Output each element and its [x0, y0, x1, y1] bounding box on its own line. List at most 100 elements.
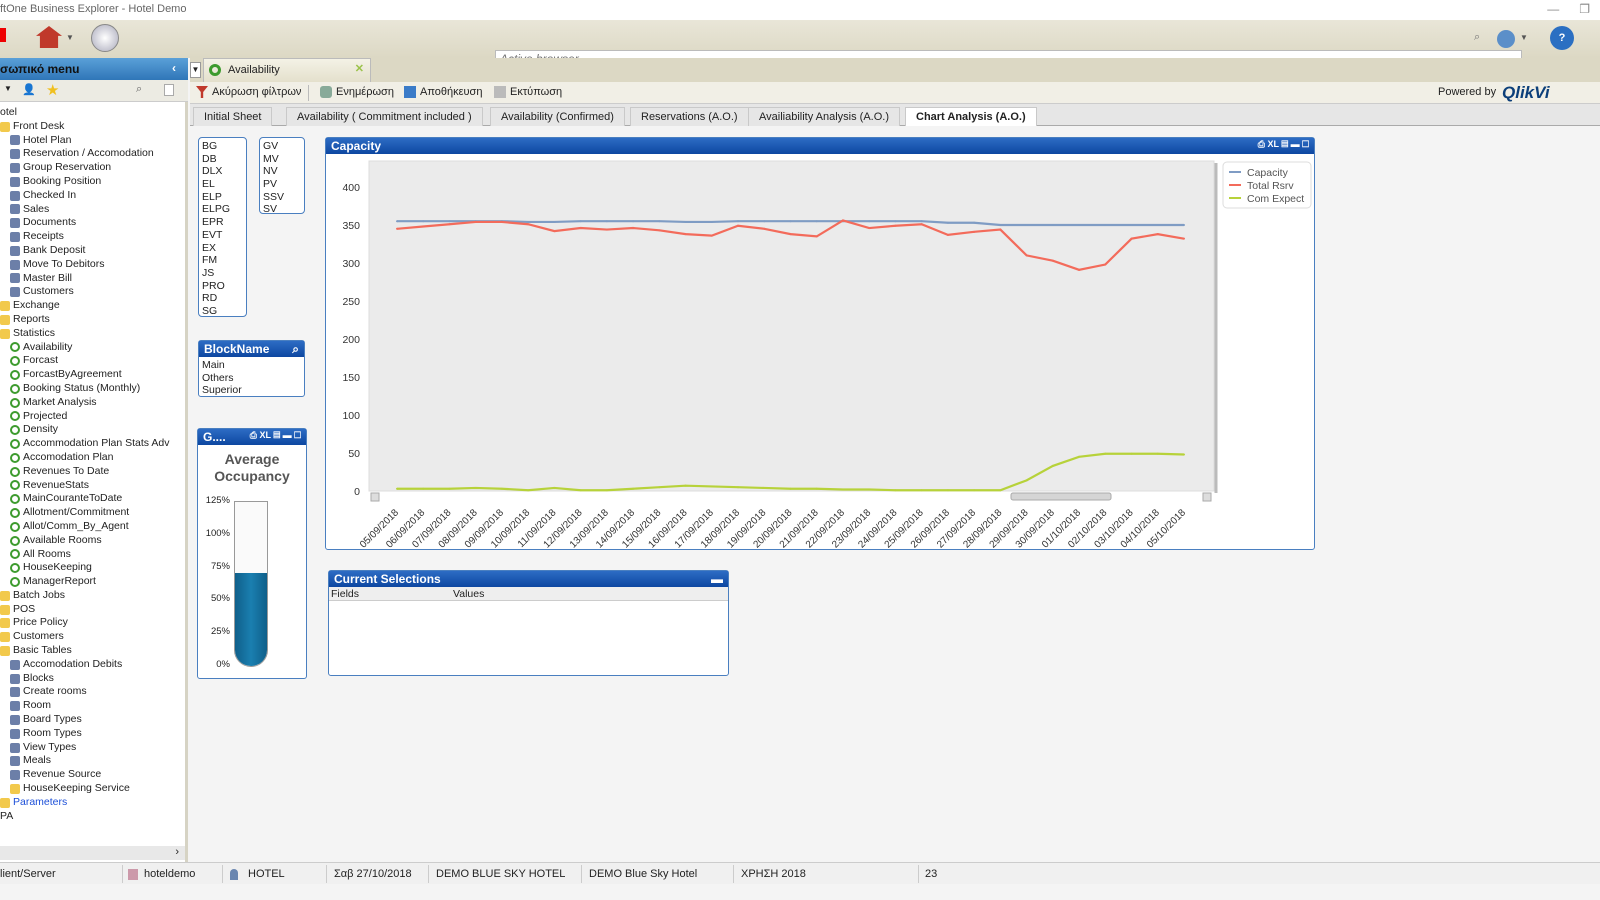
listbox-item[interactable]: JS: [202, 267, 243, 280]
sheet-tab[interactable]: Availability ( Commitment included ): [286, 107, 483, 126]
listbox-item[interactable]: GV: [263, 140, 301, 153]
sidebar-item[interactable]: Exchange: [0, 299, 185, 313]
home-dropdown-icon[interactable]: ▼: [66, 33, 74, 42]
sidebar-item[interactable]: Density: [0, 423, 185, 437]
sidebar-item[interactable]: Board Types: [0, 713, 185, 727]
dropdown-icon[interactable]: ▼: [4, 84, 12, 93]
tab-list-dropdown[interactable]: ▼: [190, 62, 201, 78]
sidebar-horizontal-scrollbar[interactable]: ›: [0, 846, 185, 860]
listbox-item[interactable]: EL: [202, 178, 243, 191]
help-icon[interactable]: ?: [1550, 26, 1574, 50]
listbox-item[interactable]: EX: [202, 242, 243, 255]
blockname-item[interactable]: Superior: [202, 384, 301, 397]
sidebar-item[interactable]: Accommodation Plan Stats Adv: [0, 437, 185, 451]
sidebar-item[interactable]: Available Rooms: [0, 534, 185, 548]
sidebar-item[interactable]: Room: [0, 699, 185, 713]
sheet-tab[interactable]: Availiability Analysis (A.O.): [748, 107, 901, 126]
sidebar-item[interactable]: ForcastByAgreement: [0, 368, 185, 382]
clear-filters-button[interactable]: Ακύρωση φίλτρων: [196, 86, 301, 98]
listbox-item[interactable]: BG: [202, 140, 243, 153]
listbox-item[interactable]: RD: [202, 292, 243, 305]
sidebar-item[interactable]: Accomodation Debits: [0, 658, 185, 672]
sidebar-item[interactable]: Forcast: [0, 354, 185, 368]
sidebar-item[interactable]: Checked In: [0, 189, 185, 203]
listbox-item[interactable]: FM: [202, 254, 243, 267]
window-controls[interactable]: — ❐: [1547, 2, 1590, 16]
listbox-item[interactable]: SV: [263, 203, 301, 216]
clock-icon[interactable]: [91, 24, 119, 52]
listbox-item[interactable]: PRO: [202, 280, 243, 293]
sidebar-item[interactable]: Customers: [0, 630, 185, 644]
sidebar-item[interactable]: Receipts: [0, 230, 185, 244]
listbox-item[interactable]: EPR: [202, 216, 243, 229]
sidebar-item[interactable]: POS: [0, 603, 185, 617]
collapse-sidebar-icon[interactable]: ‹: [172, 61, 176, 75]
listbox-room-codes[interactable]: BG DB DLX EL ELP ELPG EPR EVT EX FM JS PRO RD SG: [198, 137, 247, 317]
sidebar-item[interactable]: Allot/Comm_By_Agent: [0, 520, 185, 534]
sidebar-item[interactable]: Documents: [0, 216, 185, 230]
sheet-tab[interactable]: Availability (Confirmed): [490, 107, 625, 126]
home-icon[interactable]: [36, 26, 62, 48]
chart-window-controls[interactable]: ⎙ XL ▤ ▬ ☐: [1258, 139, 1309, 150]
save-button[interactable]: Αποθήκευση: [404, 86, 482, 98]
globe-search-icon[interactable]: [1497, 30, 1515, 48]
sidebar-item[interactable]: HouseKeeping Service: [0, 782, 185, 796]
sidebar-item[interactable]: Batch Jobs: [0, 589, 185, 603]
sidebar-item[interactable]: Booking Status (Monthly): [0, 382, 185, 396]
user-icon[interactable]: 👤: [22, 83, 36, 96]
scroll-right-button[interactable]: [1202, 492, 1212, 502]
listbox-item[interactable]: ELP: [202, 191, 243, 204]
sidebar-item[interactable]: Front Desk: [0, 120, 185, 134]
sidebar-item[interactable]: Customers: [0, 285, 185, 299]
sidebar-item[interactable]: ManagerReport: [0, 575, 185, 589]
sidebar-item[interactable]: Reservation / Accomodation: [0, 147, 185, 161]
print-button[interactable]: Εκτύπωση: [494, 86, 562, 98]
sidebar-item[interactable]: Blocks: [0, 672, 185, 686]
sidebar-item[interactable]: View Types: [0, 741, 185, 755]
fields-column-header[interactable]: Fields: [331, 588, 359, 600]
listbox-item[interactable]: SSV: [263, 191, 301, 204]
blockname-item[interactable]: Others: [202, 372, 301, 385]
sidebar-item[interactable]: Move To Debitors: [0, 258, 185, 272]
sidebar-item[interactable]: Accomodation Plan: [0, 451, 185, 465]
listbox-item[interactable]: SG: [202, 305, 243, 318]
document-icon[interactable]: [164, 84, 174, 96]
blockname-listbox[interactable]: BlockName ⌕ Main Others Superior: [198, 340, 305, 397]
sidebar-item[interactable]: Reports: [0, 313, 185, 327]
sidebar-item[interactable]: Bank Deposit: [0, 244, 185, 258]
sidebar-item[interactable]: Revenue Source: [0, 768, 185, 782]
sidebar-item[interactable]: Price Policy: [0, 616, 185, 630]
sidebar-item[interactable]: Projected: [0, 410, 185, 424]
values-column-header[interactable]: Values: [453, 588, 484, 600]
sheet-tab[interactable]: Chart Analysis (A.O.): [905, 107, 1037, 126]
search-icon[interactable]: ⌕: [136, 83, 142, 96]
minimize-icon[interactable]: ▬: [711, 572, 723, 586]
scroll-left-button[interactable]: [370, 492, 380, 502]
listbox-item[interactable]: DLX: [202, 165, 243, 178]
sidebar-item[interactable]: Availability: [0, 341, 185, 355]
sidebar-item[interactable]: All Rooms: [0, 548, 185, 562]
sidebar-item[interactable]: Allotment/Commitment: [0, 506, 185, 520]
listbox-item[interactable]: PV: [263, 178, 301, 191]
listbox-view-codes[interactable]: GV MV NV PV SSV SV: [259, 137, 305, 216]
scroll-right-icon[interactable]: ›: [175, 846, 179, 858]
sidebar-item[interactable]: Market Analysis: [0, 396, 185, 410]
tab-availability[interactable]: Availability ✕: [203, 58, 371, 82]
gauge-window-controls[interactable]: ⎙ XL ▤ ▬ ☐: [250, 430, 301, 441]
sidebar-item[interactable]: Hotel Plan: [0, 134, 185, 148]
chart-scrollbar-thumb[interactable]: [1010, 492, 1112, 501]
sidebar-item[interactable]: Create rooms: [0, 685, 185, 699]
search-icon[interactable]: ⌕: [292, 342, 299, 357]
sidebar-item[interactable]: HouseKeeping: [0, 561, 185, 575]
listbox-item[interactable]: MV: [263, 153, 301, 166]
blockname-item[interactable]: Main: [202, 359, 301, 372]
sidebar-item[interactable]: Room Types: [0, 727, 185, 741]
refresh-button[interactable]: Ενημέρωση: [320, 86, 394, 98]
listbox-item[interactable]: EVT: [202, 229, 243, 242]
sidebar-item[interactable]: Booking Position: [0, 175, 185, 189]
sidebar-item[interactable]: Revenues To Date: [0, 465, 185, 479]
dropdown-icon[interactable]: ▼: [1520, 33, 1528, 42]
listbox-item[interactable]: DB: [202, 153, 243, 166]
sidebar-item[interactable]: Master Bill: [0, 272, 185, 286]
search-icon[interactable]: ⌕: [1474, 31, 1480, 44]
